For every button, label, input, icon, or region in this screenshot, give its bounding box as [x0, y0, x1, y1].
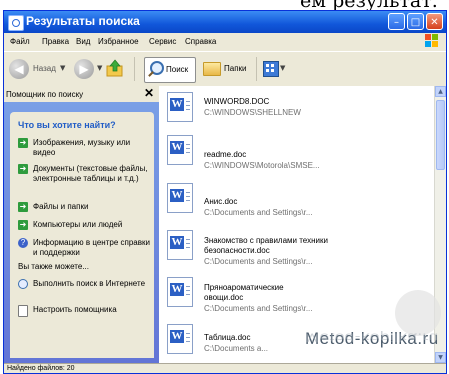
search-assistant-pane: Помощник по поиску ✕ Что вы хотите найти… [4, 86, 159, 363]
word-document-icon: W [167, 324, 193, 354]
green-arrow-icon: ➜ [18, 220, 28, 230]
window-title: Результаты поиска [26, 14, 140, 28]
file-path: C:\Documents and Settings\r... [204, 304, 313, 313]
back-button-label[interactable]: Назад [33, 64, 56, 73]
scroll-down-icon[interactable]: ▼ [435, 352, 446, 363]
list-item[interactable]: W Знакомство с правилами техники безопас… [167, 230, 417, 272]
toolbar-separator [256, 57, 257, 81]
toolbar-separator [134, 57, 135, 81]
menu-tools[interactable]: Сервис [149, 37, 176, 46]
close-pane-icon[interactable]: ✕ [144, 86, 154, 100]
file-path: C:\Documents and Settings\r... [204, 257, 313, 266]
up-folder-icon[interactable] [106, 59, 124, 77]
search-button[interactable]: Поиск [144, 57, 196, 83]
folders-button-label: Папки [224, 64, 247, 73]
views-icon [263, 61, 279, 77]
views-button[interactable]: ▼ [260, 58, 290, 80]
file-name: Пряноароматические овощи.doc [204, 283, 284, 302]
file-name: readme.doc [204, 150, 247, 159]
forward-dropdown-icon[interactable]: ▼ [97, 64, 102, 72]
list-item[interactable]: W WINWORD8.DOC C:\WINDOWS\SHELLNEW [167, 92, 417, 134]
option-computers-people-label[interactable]: Компьютеры или людей [33, 220, 151, 230]
back-arrow-icon[interactable]: ◀ [9, 59, 29, 79]
menu-help[interactable]: Справка [185, 37, 216, 46]
option-customize-assistant-label[interactable]: Настроить помощника [33, 305, 151, 315]
forward-arrow-icon[interactable]: ▶ [74, 59, 94, 79]
folder-icon [203, 62, 221, 76]
list-item[interactable]: W readme.doc C:\WINDOWS\Motorola\SMSE... [167, 135, 417, 177]
menu-edit[interactable]: Правка [42, 37, 69, 46]
word-document-icon: W [167, 92, 193, 122]
back-dropdown-icon[interactable]: ▼ [60, 64, 65, 72]
internet-search-icon [18, 279, 28, 289]
word-document-icon: W [167, 183, 193, 213]
green-arrow-icon: ➜ [18, 138, 28, 148]
file-name: Анис.doc [204, 197, 238, 206]
file-path: C:\WINDOWS\SHELLNEW [204, 108, 301, 117]
option-documents-label[interactable]: Документы (текстовые файлы, электронные … [33, 164, 151, 184]
word-document-icon: W [167, 230, 193, 260]
file-path: C:\Documents a... [204, 344, 269, 353]
search-results-window: Результаты поиска – □ ✕ Файл Правка Вид … [3, 10, 447, 374]
watermark-reflection: Metod-kopilka.ru [305, 330, 439, 344]
green-arrow-icon: ➜ [18, 202, 28, 212]
status-bar: Найдено файлов: 20 [4, 363, 446, 373]
close-button[interactable]: ✕ [426, 13, 443, 30]
help-icon: ? [18, 238, 28, 248]
folders-button[interactable]: Папки [200, 57, 252, 81]
scroll-up-icon[interactable]: ▲ [435, 86, 446, 97]
menu-bar: Файл Правка Вид Избранное Сервис Справка [4, 33, 446, 50]
option-files-folders-label[interactable]: Файлы и папки [33, 202, 151, 212]
word-document-icon: W [167, 135, 193, 165]
option-help-center-label[interactable]: Информацию в центре справки и поддержки [33, 238, 151, 258]
toolbar: ◀ Назад ▼ ▶ ▼ Поиск Папки ▼ [4, 51, 446, 87]
search-button-label: Поиск [166, 65, 189, 74]
file-name: WINWORD8.DOC [204, 97, 270, 106]
search-options-panel: Что вы хотите найти? ➜ Изображения, музы… [10, 112, 154, 358]
file-name: Знакомство с правилами техники безопасно… [204, 236, 328, 255]
menu-favorites[interactable]: Избранное [98, 37, 139, 46]
option-media-label[interactable]: Изображения, музыку или видео [33, 138, 151, 158]
word-document-icon: W [167, 277, 193, 307]
option-internet-search-label[interactable]: Выполнить поиск в Интернете [33, 279, 151, 289]
list-item[interactable]: W Пряноароматические овощи.doc C:\Docume… [167, 277, 417, 319]
menu-view[interactable]: Вид [76, 37, 90, 46]
search-assistant-header: Помощник по поиску ✕ [4, 86, 159, 102]
search-assistant-title: Помощник по поиску [6, 90, 84, 99]
status-text: Найдено файлов: 20 [7, 365, 75, 372]
scroll-thumb[interactable] [436, 100, 445, 170]
settings-doc-icon [18, 305, 28, 317]
search-question: Что вы хотите найти? [18, 120, 116, 130]
search-window-icon [8, 15, 24, 31]
file-path: C:\Documents and Settings\r... [204, 208, 313, 217]
file-path: C:\WINDOWS\Motorola\SMSE... [204, 161, 320, 170]
minimize-button[interactable]: – [388, 13, 405, 30]
views-dropdown-icon: ▼ [280, 64, 286, 72]
title-bar[interactable]: Результаты поиска – □ ✕ [4, 11, 446, 33]
maximize-button[interactable]: □ [407, 13, 424, 30]
list-item[interactable]: W Анис.doc C:\Documents and Settings\r..… [167, 183, 417, 225]
also-heading: Вы также можете... [18, 262, 89, 271]
windows-logo-icon [425, 34, 440, 48]
menu-file[interactable]: Файл [10, 37, 30, 46]
green-arrow-icon: ➜ [18, 164, 28, 174]
